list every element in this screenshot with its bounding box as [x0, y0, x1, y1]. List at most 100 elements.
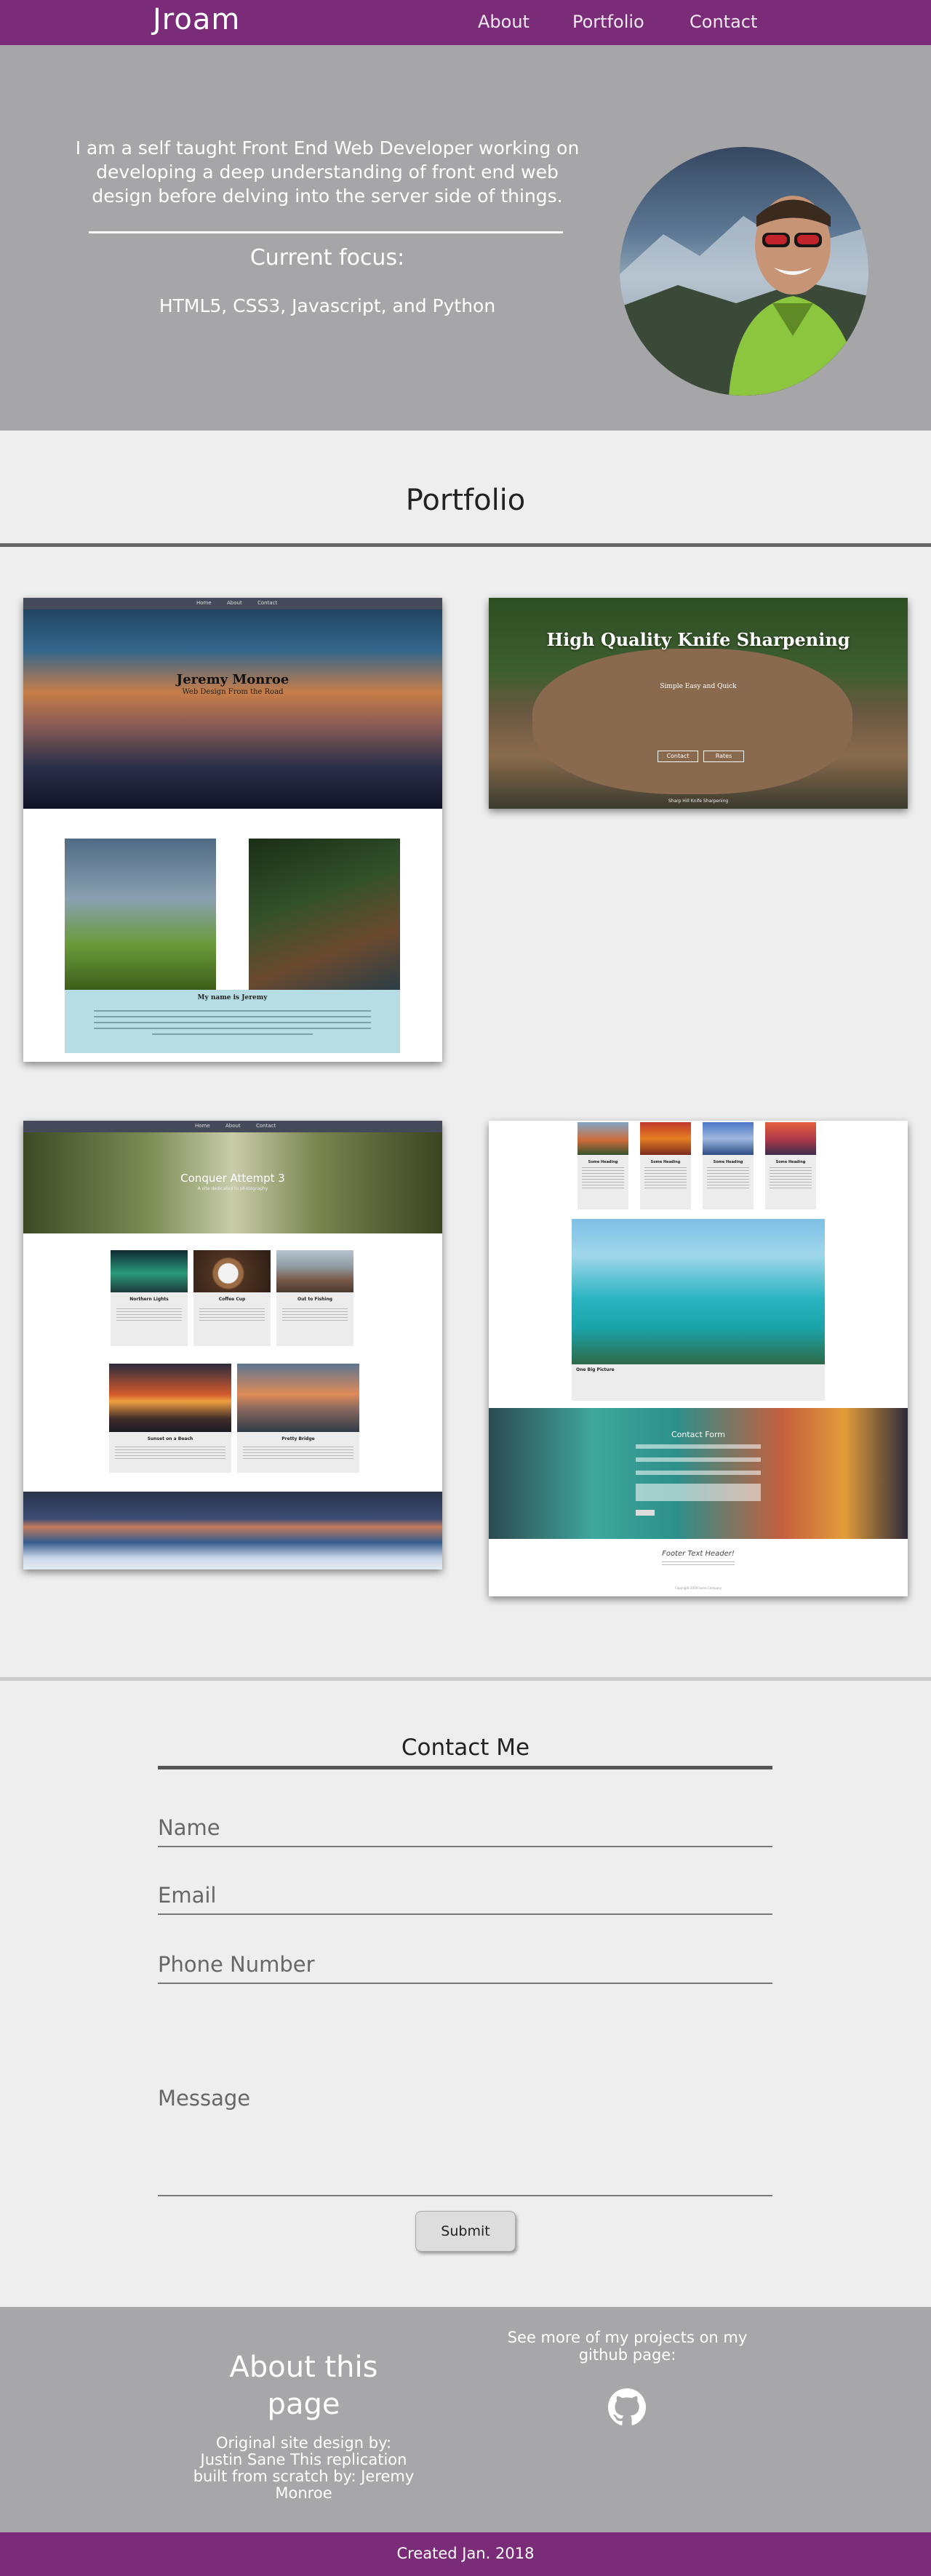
created-date: Created Jan. 2018 — [396, 2545, 535, 2562]
github-prompt: See more of my projects on my github pag… — [507, 2329, 748, 2364]
nav-link-contact[interactable]: Contact — [690, 12, 757, 32]
card3-tile-caption: Northern Lights — [129, 1297, 169, 1302]
card4-contact-field — [636, 1471, 761, 1475]
card4-big-photo — [572, 1219, 825, 1364]
card3-tile-caption: Pretty Bridge — [281, 1436, 315, 1441]
card3-mini-link-home: Home — [195, 1123, 210, 1129]
card1-title: Jeremy Monroe — [176, 672, 289, 687]
card4-tile-image — [765, 1122, 816, 1155]
card3-tile-caption: Sunset on a Beach — [147, 1436, 193, 1441]
card3-tile-text — [243, 1447, 353, 1461]
card2-contact-button: Contact — [658, 751, 698, 762]
card1-mini-link-about: About — [227, 600, 242, 606]
card4-contact-field — [636, 1484, 761, 1501]
card1-bio-line — [94, 1022, 371, 1023]
card3-tile: Northern Lights — [111, 1250, 188, 1346]
card3-tile-image — [276, 1250, 353, 1292]
brand-logo[interactable]: Jroam — [153, 3, 240, 36]
portfolio-card-template-site[interactable]: Some Heading Some Heading Some Heading S… — [489, 1121, 908, 1596]
card1-photo-portrait — [65, 839, 216, 990]
phone-field[interactable] — [158, 1949, 772, 1984]
name-field[interactable] — [158, 1812, 772, 1847]
hero-intro-text: I am a self taught Front End Web Develop… — [75, 137, 580, 207]
current-focus-heading: Current focus: — [249, 245, 405, 271]
card3-tile-caption: Coffee Cup — [218, 1297, 246, 1302]
card3-tile: Coffee Cup — [193, 1250, 271, 1346]
card4-contact-section: Contact Form — [489, 1408, 908, 1539]
card3-tile: Sunset on a Beach — [109, 1364, 231, 1473]
card4-tile-caption: Some Heading — [650, 1160, 681, 1164]
portfolio-card-conquer-attempt[interactable]: Home About Contact Conquer Attempt 3 A s… — [23, 1121, 442, 1569]
card4-photo-panel: One Big Picture — [572, 1364, 825, 1401]
card2-cutting-board — [532, 649, 852, 794]
card3-title: Conquer Attempt 3 — [180, 1172, 285, 1185]
email-field[interactable] — [158, 1880, 772, 1915]
card1-photo-forest — [249, 839, 400, 990]
footer: About this page Original site design by:… — [0, 2307, 931, 2532]
portfolio-card-jeremy-monroe[interactable]: Home About Contact Jeremy Monroe Web Des… — [23, 598, 442, 1062]
card3-subtitle: A site dedicated to photography — [197, 1186, 268, 1191]
hero-divider — [89, 231, 563, 233]
card1-subtitle: Web Design From the Road — [182, 688, 284, 696]
card4-contact-title: Contact Form — [671, 1430, 725, 1439]
card4-send-button — [636, 1510, 655, 1516]
contact-heading: Contact Me — [401, 1735, 530, 1761]
card3-mountain-banner — [23, 1492, 442, 1569]
card2-tagline: Simple Easy and Quick — [660, 683, 737, 690]
card3-mini-nav: Home About Contact — [23, 1121, 442, 1132]
card4-tile-caption: Some Heading — [713, 1160, 743, 1164]
card4-tile-caption: Some Heading — [588, 1160, 618, 1164]
card4-tile-image — [703, 1122, 754, 1155]
card1-bio-panel: My name is Jeremy — [65, 990, 400, 1053]
portfolio-heading: Portfolio — [405, 484, 526, 517]
card2-title: High Quality Knife Sharpening — [546, 629, 850, 650]
card2-rates-button: Rates — [703, 751, 744, 762]
card4-tile-caption: Some Heading — [775, 1160, 806, 1164]
card3-tile-text — [282, 1308, 348, 1323]
hero-section: I am a self taught Front End Web Develop… — [0, 45, 931, 431]
card1-bio-line — [94, 1028, 371, 1029]
card4-tile: Some Heading — [703, 1122, 754, 1209]
submit-button[interactable]: Submit — [415, 2211, 516, 2252]
card1-hero-image — [23, 598, 442, 809]
card1-mini-nav: Home About Contact — [23, 598, 442, 609]
card2-footer: Sharp Hill Knife Sharpening — [668, 799, 729, 804]
profile-photo-art — [620, 196, 868, 396]
card4-tile-text — [707, 1167, 749, 1189]
card4-tile-text — [644, 1167, 687, 1189]
card3-mini-link-about: About — [225, 1123, 241, 1129]
card4-tile-text — [582, 1167, 624, 1189]
card4-photo-caption: One Big Picture — [576, 1367, 615, 1372]
card3-tile-image — [237, 1364, 359, 1432]
card4-tile: Some Heading — [765, 1122, 816, 1209]
card1-bio-line — [152, 1033, 313, 1035]
card4-tile-image — [640, 1122, 691, 1155]
card3-tile: Out to Fishing — [276, 1250, 353, 1346]
card3-mini-link-contact: Contact — [256, 1123, 276, 1129]
about-page-heading: About this page — [229, 2351, 378, 2421]
bottom-bar: Created Jan. 2018 — [0, 2532, 931, 2576]
about-page-credit: Original site design by: Justin Sane Thi… — [193, 2434, 415, 2502]
card3-tile-image — [111, 1250, 188, 1292]
card3-tile-text — [115, 1447, 225, 1461]
card4-contact-field — [636, 1444, 761, 1449]
card4-footer-header: Footer Text Header! — [662, 1550, 735, 1558]
nav-link-portfolio[interactable]: Portfolio — [572, 12, 644, 32]
card1-bio-line — [94, 1010, 371, 1012]
card4-tile: Some Heading — [578, 1122, 628, 1209]
top-nav: Jroam About Portfolio Contact — [0, 0, 931, 45]
card1-bio-line — [94, 1016, 371, 1017]
card3-tile-image — [193, 1250, 271, 1292]
portfolio-divider — [0, 543, 931, 547]
card4-tile-text — [770, 1167, 812, 1189]
card4-tile: Some Heading — [640, 1122, 691, 1209]
contact-top-divider — [0, 1677, 931, 1681]
message-field[interactable] — [158, 2086, 772, 2196]
nav-link-about[interactable]: About — [478, 12, 530, 32]
portfolio-card-knife-sharpening[interactable]: High Quality Knife Sharpening Simple Eas… — [489, 598, 908, 809]
card1-mini-link-contact: Contact — [257, 600, 278, 606]
card3-tile-text — [199, 1308, 265, 1323]
card3-tile-text — [116, 1308, 182, 1323]
github-link[interactable] — [608, 2388, 646, 2426]
card4-contact-field — [636, 1457, 761, 1462]
